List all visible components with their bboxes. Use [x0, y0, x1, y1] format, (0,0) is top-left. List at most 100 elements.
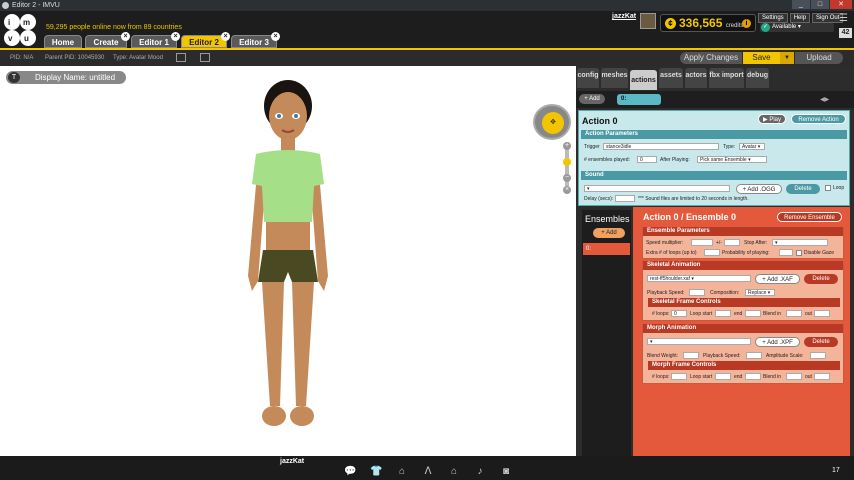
tab-config[interactable]: config: [577, 68, 599, 88]
check-icon: ✓: [761, 23, 770, 32]
folder-icon[interactable]: [200, 53, 210, 62]
notification-badge[interactable]: 42: [839, 28, 852, 38]
delete-sound-button[interactable]: Delete: [786, 184, 820, 194]
settings-link[interactable]: Settings: [758, 13, 788, 23]
type-label: Type: Avatar Mood: [113, 55, 163, 61]
tab-create[interactable]: Create ×: [85, 32, 130, 48]
svg-text:i: i: [8, 18, 10, 27]
morph-blend-in-input[interactable]: [786, 373, 802, 380]
help-link[interactable]: Help: [789, 13, 811, 23]
ensemble-item-0[interactable]: 0:: [583, 243, 630, 255]
morph-loops-input[interactable]: [671, 373, 687, 380]
chat-icon[interactable]: 💬: [344, 466, 356, 478]
after-playing-select[interactable]: Pick same Ensemble ▾: [697, 156, 767, 163]
avatar[interactable]: [640, 13, 656, 29]
skeletal-file-select[interactable]: rest-ff5houlder.xaf ▾: [647, 275, 751, 282]
camera-icon[interactable]: ◙: [500, 466, 512, 478]
sound-header: Sound: [581, 171, 847, 180]
ensembles-played-input[interactable]: 0: [637, 156, 657, 163]
hanger-icon[interactable]: ⌂: [396, 466, 408, 478]
camera-pan-control[interactable]: ✥: [533, 104, 571, 140]
tab-assets[interactable]: assets: [659, 68, 683, 88]
tab-editor-1[interactable]: Editor 1 ×: [131, 32, 180, 48]
tab-home[interactable]: Home: [44, 35, 82, 48]
zoom-slider-handle[interactable]: [563, 158, 571, 166]
add-ensemble-button[interactable]: + Add: [593, 228, 625, 238]
tab-meshes[interactable]: meshes: [601, 68, 628, 88]
loops-input[interactable]: 0: [671, 310, 687, 317]
composition-select[interactable]: Replace ▾: [745, 289, 775, 296]
close-tab-icon[interactable]: ×: [271, 32, 280, 41]
close-tab-icon[interactable]: ×: [221, 32, 230, 41]
reset-view-icon[interactable]: ×: [563, 186, 571, 194]
tab-actors[interactable]: actors: [685, 68, 707, 88]
remove-ensemble-button[interactable]: Remove Ensemble: [777, 212, 842, 222]
morph-file-select[interactable]: ▾: [647, 338, 751, 345]
loop-end-input[interactable]: [745, 310, 761, 317]
skeletal-frame-controls-header: Skeletal Frame Controls: [648, 298, 840, 307]
tab-fbx-import[interactable]: fbx import: [709, 68, 744, 88]
morph-blend-out-input[interactable]: [814, 373, 830, 380]
close-tab-icon[interactable]: ×: [121, 32, 130, 41]
loop-start-input[interactable]: [715, 310, 731, 317]
save-button[interactable]: Save: [743, 52, 780, 64]
type-select[interactable]: Avatar ▾: [739, 143, 765, 150]
tab-actions[interactable]: actions: [630, 70, 657, 90]
morph-playback-speed-input[interactable]: [746, 352, 762, 359]
add-action-button[interactable]: + Add: [579, 94, 605, 104]
disable-gaze-checkbox[interactable]: [796, 250, 802, 256]
info-icon[interactable]: i: [742, 19, 751, 28]
avatar-model[interactable]: [236, 76, 336, 446]
zoom-in-icon[interactable]: +: [563, 142, 571, 150]
play-button[interactable]: ▶ Play: [758, 114, 786, 124]
apply-changes-button[interactable]: Apply Changes: [680, 52, 742, 64]
morph-loop-end-input[interactable]: [745, 373, 761, 380]
home-icon[interactable]: ⌂: [448, 466, 460, 478]
action-tab-0[interactable]: 0:: [617, 94, 661, 105]
delay-input[interactable]: [615, 195, 635, 202]
minimize-button[interactable]: _: [792, 0, 810, 9]
extra-loops-input[interactable]: [704, 249, 720, 256]
add-ogg-button[interactable]: + Add .OGG: [736, 184, 782, 194]
probability-input[interactable]: [779, 249, 793, 256]
menu-icon[interactable]: ☰: [839, 14, 851, 24]
close-tab-icon[interactable]: ×: [171, 32, 180, 41]
copy-icon[interactable]: [176, 53, 186, 62]
tab-editor-2[interactable]: Editor 2 ×: [181, 32, 230, 48]
close-button[interactable]: ✕: [830, 0, 852, 9]
trigger-input[interactable]: stance3idle: [603, 143, 719, 150]
morph-loop-start-input[interactable]: [715, 373, 731, 380]
blend-in-input[interactable]: [786, 310, 802, 317]
music-icon[interactable]: ♪: [474, 466, 486, 478]
status-dropdown[interactable]: ✓ Available ▾: [760, 23, 834, 32]
save-dropdown-icon[interactable]: ▼: [780, 52, 794, 64]
scroll-arrows-icon[interactable]: ◀▶: [820, 96, 829, 103]
pan-arrows-icon[interactable]: ✥: [542, 112, 564, 134]
sound-file-select[interactable]: ▾: [584, 185, 730, 192]
zoom-out-icon[interactable]: −: [563, 174, 571, 182]
amplitude-scale-input[interactable]: [810, 352, 826, 359]
speed-multiplier-input[interactable]: [691, 239, 713, 246]
maximize-button[interactable]: □: [811, 0, 829, 9]
morph-playback-speed-label: Playback Speed:: [703, 353, 741, 359]
speed-variance-input[interactable]: [724, 239, 740, 246]
display-name-pill[interactable]: T Display Name: untitled: [6, 71, 126, 84]
remove-action-button[interactable]: Remove Action: [791, 114, 846, 124]
upload-button[interactable]: Upload: [795, 52, 843, 64]
delete-skeletal-button[interactable]: Delete: [804, 274, 838, 284]
delete-morph-button[interactable]: Delete: [804, 337, 838, 347]
playback-speed-input[interactable]: [689, 289, 705, 296]
blend-weight-input[interactable]: [683, 352, 699, 359]
imvu-logo[interactable]: i m v u: [2, 12, 38, 48]
loop-checkbox[interactable]: [825, 185, 831, 191]
add-xpf-button[interactable]: + Add .XPF: [755, 337, 800, 347]
blend-out-input[interactable]: [814, 310, 830, 317]
credits-display[interactable]: ¢ 336,565 credits i: [660, 14, 756, 32]
tab-debug[interactable]: debug: [746, 68, 769, 88]
add-xaf-button[interactable]: + Add .XAF: [755, 274, 800, 284]
stop-after-select[interactable]: ▾: [772, 239, 828, 246]
pose-icon[interactable]: ⴷ: [422, 466, 434, 478]
username-link[interactable]: jazzKat: [612, 13, 636, 20]
shirt-icon[interactable]: 👕: [370, 466, 382, 478]
tab-editor-3[interactable]: Editor 3 ×: [231, 32, 280, 48]
